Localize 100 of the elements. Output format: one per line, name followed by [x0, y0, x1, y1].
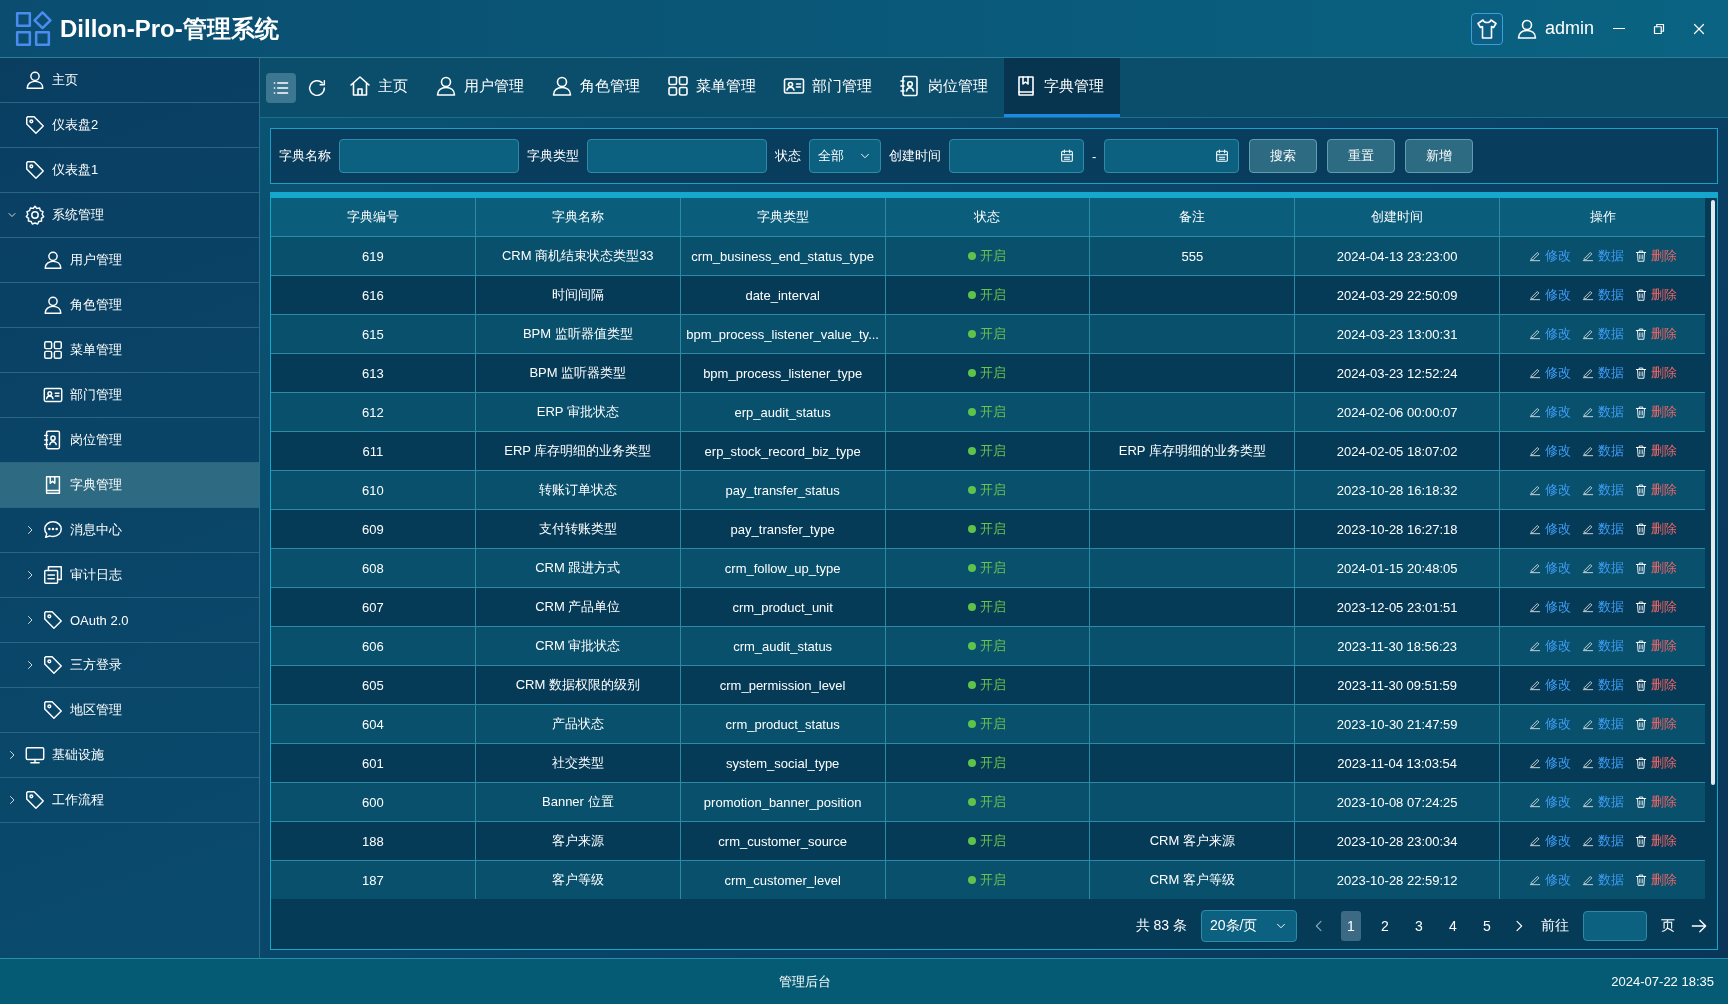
tab[interactable]: 角色管理 [540, 58, 656, 117]
sidebar-item[interactable]: 工作流程 [0, 778, 259, 823]
data-link[interactable]: 数据 [1581, 754, 1625, 772]
delete-link[interactable]: 删除 [1634, 715, 1678, 733]
data-link[interactable]: 数据 [1581, 325, 1625, 343]
menu-button[interactable] [266, 72, 296, 103]
edit-link[interactable]: 修改 [1528, 793, 1572, 811]
delete-link[interactable]: 删除 [1634, 481, 1678, 499]
search-button[interactable]: 搜索 [1249, 139, 1318, 173]
data-link[interactable]: 数据 [1581, 481, 1625, 499]
start-date-field[interactable] [949, 139, 1084, 173]
scrollbar[interactable] [1711, 200, 1715, 785]
delete-link[interactable]: 删除 [1634, 871, 1678, 889]
theme-button[interactable] [1470, 12, 1503, 45]
delete-link[interactable]: 删除 [1634, 286, 1678, 304]
delete-link[interactable]: 删除 [1634, 793, 1678, 811]
delete-link[interactable]: 删除 [1634, 598, 1678, 616]
edit-link[interactable]: 修改 [1528, 481, 1572, 499]
data-link[interactable]: 数据 [1581, 598, 1625, 616]
trash-icon [1634, 756, 1649, 770]
tab[interactable]: 岗位管理 [888, 58, 1004, 117]
edit-link[interactable]: 修改 [1528, 754, 1572, 772]
tab[interactable]: 用户管理 [424, 58, 540, 117]
end-date-field[interactable] [1104, 139, 1240, 173]
delete-link[interactable]: 删除 [1634, 403, 1678, 421]
delete-link[interactable]: 删除 [1634, 364, 1678, 382]
edit-link[interactable]: 修改 [1528, 559, 1572, 577]
page-number[interactable]: 4 [1443, 911, 1463, 941]
delete-link[interactable]: 删除 [1634, 247, 1678, 265]
data-link[interactable]: 数据 [1581, 871, 1625, 889]
edit-link[interactable]: 修改 [1528, 598, 1572, 616]
user-menu[interactable]: admin [1514, 16, 1594, 41]
data-link[interactable]: 数据 [1581, 637, 1625, 655]
edit-link[interactable]: 修改 [1528, 286, 1572, 304]
name-input-field[interactable] [339, 139, 519, 173]
data-link[interactable]: 数据 [1581, 832, 1625, 850]
sidebar-item[interactable]: 基础设施 [0, 733, 259, 778]
edit-link[interactable]: 修改 [1528, 442, 1572, 460]
sidebar-item[interactable]: 地区管理 [0, 688, 259, 733]
sidebar-item[interactable]: 主页 [0, 58, 259, 103]
page-number[interactable]: 1 [1341, 911, 1361, 941]
edit-link[interactable]: 修改 [1528, 403, 1572, 421]
sidebar-item[interactable]: 角色管理 [0, 283, 259, 328]
sidebar-item[interactable]: 菜单管理 [0, 328, 259, 373]
edit-link[interactable]: 修改 [1528, 364, 1572, 382]
edit-link[interactable]: 修改 [1528, 520, 1572, 538]
page-input-field[interactable] [1583, 911, 1647, 941]
sidebar-item[interactable]: 字典管理 [0, 463, 259, 508]
sidebar-item[interactable]: 系统管理 [0, 193, 259, 238]
table-cell: 2023-10-28 22:59:12 [1295, 861, 1501, 899]
data-link[interactable]: 数据 [1581, 520, 1625, 538]
sidebar-item[interactable]: 用户管理 [0, 238, 259, 283]
type-input-field[interactable] [587, 139, 767, 173]
pencil-icon [1581, 639, 1596, 653]
page-size-dropdown[interactable]: 20条/页 [1201, 910, 1297, 942]
add-button[interactable]: 新增 [1405, 139, 1474, 173]
data-link[interactable]: 数据 [1581, 793, 1625, 811]
delete-link[interactable]: 删除 [1634, 442, 1678, 460]
footer-time: 2024-07-22 18:35 [1611, 974, 1714, 989]
edit-link[interactable]: 修改 [1528, 715, 1572, 733]
edit-link[interactable]: 修改 [1528, 247, 1572, 265]
data-link[interactable]: 数据 [1581, 559, 1625, 577]
pencil-icon [1528, 678, 1543, 692]
reset-button[interactable]: 重置 [1327, 139, 1396, 173]
tab[interactable]: 菜单管理 [656, 58, 772, 117]
tab[interactable]: 字典管理 [1004, 58, 1120, 117]
table-cell: 2024-01-15 20:48:05 [1295, 549, 1501, 587]
data-link[interactable]: 数据 [1581, 715, 1625, 733]
edit-link[interactable]: 修改 [1528, 325, 1572, 343]
delete-link[interactable]: 删除 [1634, 559, 1678, 577]
data-link[interactable]: 数据 [1581, 286, 1625, 304]
data-link[interactable]: 数据 [1581, 442, 1625, 460]
status-dropdown[interactable]: 全部 [809, 139, 881, 173]
edit-link[interactable]: 修改 [1528, 832, 1572, 850]
sidebar-item[interactable]: 消息中心 [0, 508, 259, 553]
page-number[interactable]: 3 [1409, 911, 1429, 941]
sidebar-item[interactable]: OAuth 2.0 [0, 598, 259, 643]
delete-link[interactable]: 删除 [1634, 325, 1678, 343]
data-link[interactable]: 数据 [1581, 247, 1625, 265]
sidebar-item[interactable]: 审计日志 [0, 553, 259, 598]
sidebar-item[interactable]: 仪表盘2 [0, 103, 259, 148]
sidebar-item[interactable]: 三方登录 [0, 643, 259, 688]
edit-link[interactable]: 修改 [1528, 637, 1572, 655]
data-link[interactable]: 数据 [1581, 403, 1625, 421]
status-dot [968, 447, 977, 455]
tab[interactable]: 部门管理 [772, 58, 888, 117]
edit-link[interactable]: 修改 [1528, 871, 1572, 889]
page-number[interactable]: 2 [1375, 911, 1395, 941]
sidebar-item[interactable]: 部门管理 [0, 373, 259, 418]
sidebar-item[interactable]: 仪表盘1 [0, 148, 259, 193]
edit-link[interactable]: 修改 [1528, 676, 1572, 694]
delete-link[interactable]: 删除 [1634, 754, 1678, 772]
data-link[interactable]: 数据 [1581, 364, 1625, 382]
delete-link[interactable]: 删除 [1634, 520, 1678, 538]
delete-link[interactable]: 删除 [1634, 832, 1678, 850]
data-link[interactable]: 数据 [1581, 676, 1625, 694]
tab[interactable]: 主页 [338, 58, 424, 117]
page-number[interactable]: 5 [1477, 911, 1497, 941]
delete-link[interactable]: 删除 [1634, 637, 1678, 655]
delete-link[interactable]: 删除 [1634, 676, 1678, 694]
